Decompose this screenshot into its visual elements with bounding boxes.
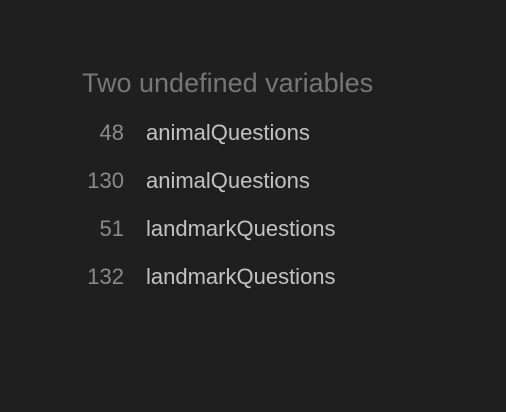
line-number: 130 [87, 168, 124, 193]
variable-name[interactable]: landmarkQuestions [146, 214, 336, 244]
list-item[interactable]: 132 landmarkQuestions [0, 259, 506, 307]
undefined-variables-panel: Two undefined variables 48 animalQuestio… [0, 0, 506, 412]
line-number: 51 [99, 216, 124, 241]
list-item[interactable]: 51 landmarkQuestions [0, 211, 506, 259]
list-item[interactable]: 130 animalQuestions [0, 163, 506, 211]
variable-name[interactable]: animalQuestions [146, 118, 310, 148]
line-number: 132 [87, 264, 124, 289]
undefined-variables-list: 48 animalQuestions 130 animalQuestions 5… [0, 115, 506, 307]
line-number: 48 [99, 120, 124, 145]
panel-title: Two undefined variables [82, 68, 374, 98]
variable-name[interactable]: animalQuestions [146, 166, 310, 196]
list-item[interactable]: 48 animalQuestions [0, 115, 506, 163]
variable-name[interactable]: landmarkQuestions [146, 262, 336, 292]
